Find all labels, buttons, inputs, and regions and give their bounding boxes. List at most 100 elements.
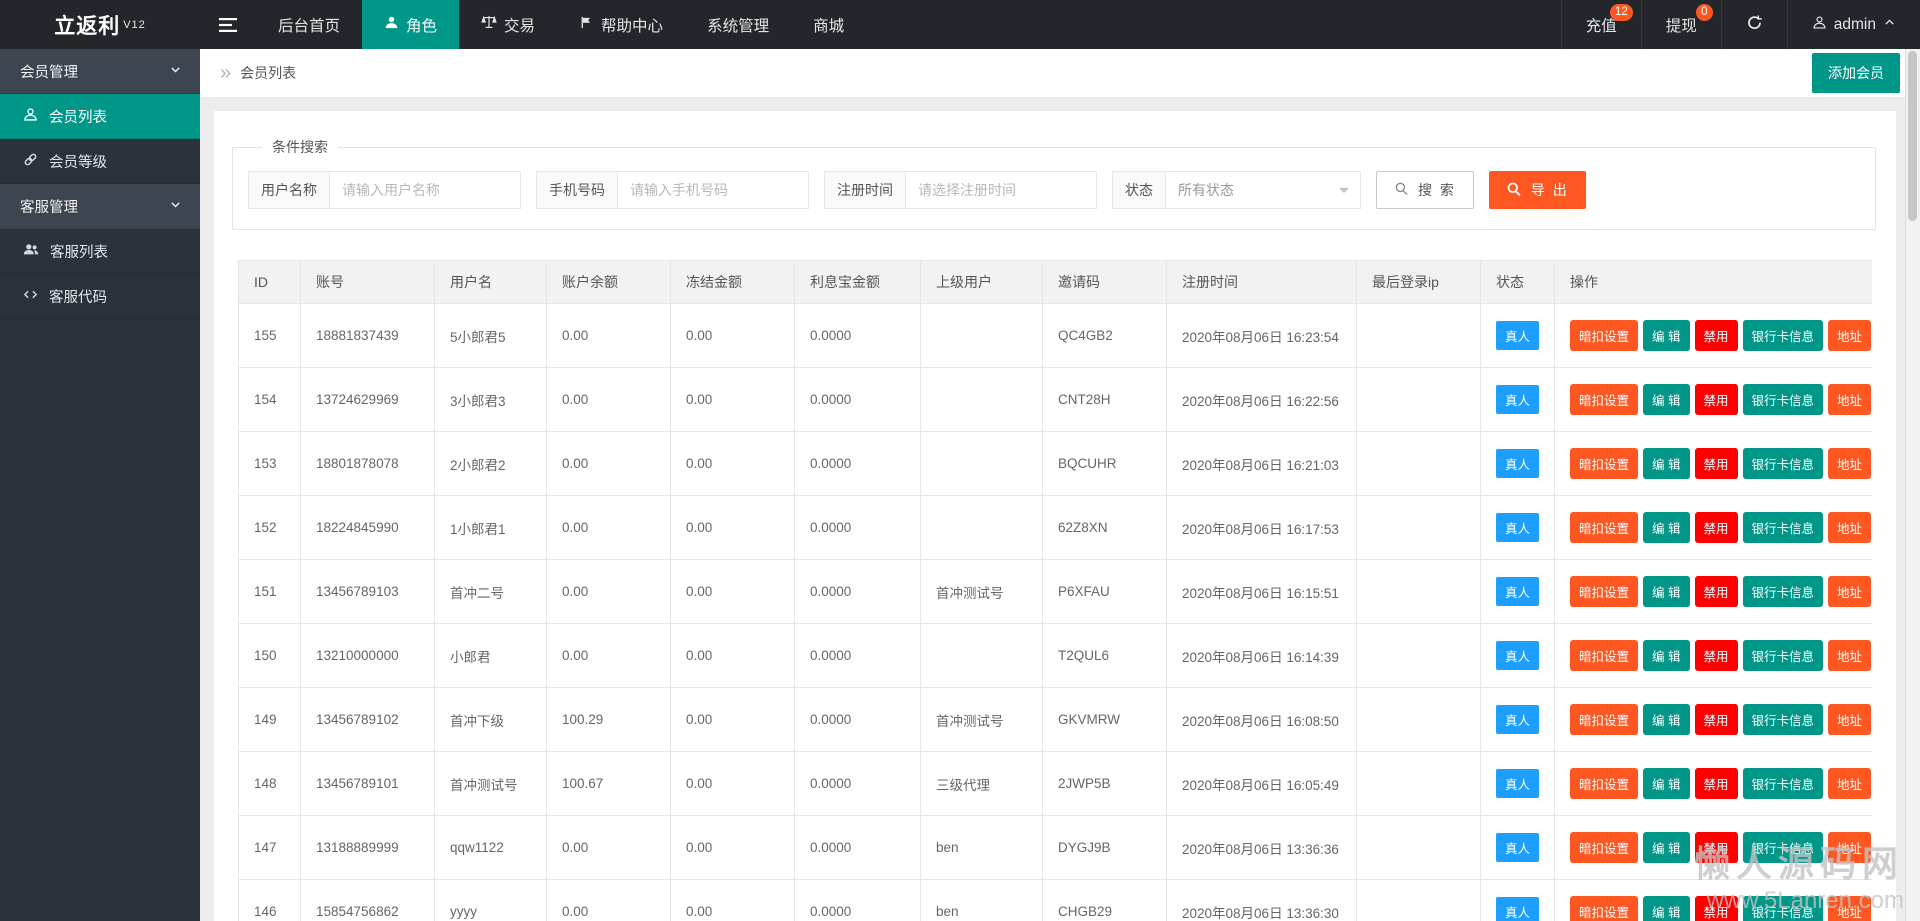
action-hidden-deduct-settings-button[interactable]: 暗扣设置 xyxy=(1570,832,1639,863)
action-disable-button[interactable]: 禁用 xyxy=(1694,768,1738,799)
nav-item-trade[interactable]: 交易 xyxy=(459,0,557,49)
status-field-group: 状态 所有状态 xyxy=(1112,171,1361,209)
action-edit-button[interactable]: 编 辑 xyxy=(1643,576,1690,607)
cell-invite-code: CNT28H xyxy=(1042,367,1167,432)
action-address-button[interactable]: 地址 xyxy=(1828,768,1872,799)
status-badge[interactable]: 真人 xyxy=(1496,385,1540,414)
withdraw-button[interactable]: 0 提现 xyxy=(1640,0,1721,49)
status-field-label: 状态 xyxy=(1112,171,1165,209)
action-hidden-deduct-settings-button[interactable]: 暗扣设置 xyxy=(1570,704,1639,735)
action-address-button[interactable]: 地址 xyxy=(1828,576,1872,607)
action-bank-card-info-button[interactable]: 银行卡信息 xyxy=(1742,576,1824,607)
action-bank-card-info-button[interactable]: 银行卡信息 xyxy=(1742,640,1824,671)
nav-item-mall[interactable]: 商城 xyxy=(791,0,866,49)
action-bank-card-info-button[interactable]: 银行卡信息 xyxy=(1742,320,1824,351)
action-address-button[interactable]: 地址 xyxy=(1828,640,1872,671)
cell-actions: 暗扣设置编 辑禁用 银行卡信息 地址 xyxy=(1554,751,1872,816)
username-input[interactable] xyxy=(329,171,521,209)
action-address-button[interactable]: 地址 xyxy=(1828,320,1872,351)
status-badge[interactable]: 真人 xyxy=(1496,897,1540,921)
action-edit-button[interactable]: 编 辑 xyxy=(1643,512,1690,543)
status-badge[interactable]: 真人 xyxy=(1496,769,1540,798)
nav-item-label: 交易 xyxy=(504,17,536,35)
action-disable-button[interactable]: 禁用 xyxy=(1694,512,1738,543)
action-disable-button[interactable]: 禁用 xyxy=(1694,320,1738,351)
action-hidden-deduct-settings-button[interactable]: 暗扣设置 xyxy=(1570,320,1639,351)
action-address-button[interactable]: 地址 xyxy=(1828,832,1872,863)
cell-balance: 0.00 xyxy=(546,815,671,880)
cell-invite-code: DYGJ9B xyxy=(1042,815,1167,880)
nav-item-help-center[interactable]: 帮助中心 xyxy=(557,0,685,49)
hamburger-menu-icon[interactable] xyxy=(200,0,256,49)
action-hidden-deduct-settings-button[interactable]: 暗扣设置 xyxy=(1570,768,1639,799)
nav-item-system[interactable]: 系统管理 xyxy=(685,0,791,49)
cell-reg-time: 2020年08月06日 16:23:54 xyxy=(1166,303,1357,368)
recharge-button[interactable]: 12 充值 xyxy=(1560,0,1641,49)
add-member-button[interactable]: 添加会员 xyxy=(1812,53,1900,93)
action-bank-card-info-button[interactable]: 银行卡信息 xyxy=(1742,896,1824,921)
action-hidden-deduct-settings-button[interactable]: 暗扣设置 xyxy=(1570,896,1639,921)
reg-time-input[interactable] xyxy=(905,171,1097,209)
action-edit-button[interactable]: 编 辑 xyxy=(1643,384,1690,415)
cell-username: yyyy xyxy=(434,879,547,921)
phone-input[interactable] xyxy=(617,171,809,209)
sidebar-item-member-list[interactable]: 会员列表 xyxy=(0,94,200,139)
export-button[interactable]: 导 出 xyxy=(1488,171,1586,209)
action-hidden-deduct-settings-button[interactable]: 暗扣设置 xyxy=(1570,640,1639,671)
action-disable-button[interactable]: 禁用 xyxy=(1694,384,1738,415)
cell-balance: 0.00 xyxy=(546,367,671,432)
cell-interest: 0.0000 xyxy=(794,559,921,624)
status-badge[interactable]: 真人 xyxy=(1496,641,1540,670)
cell-actions: 暗扣设置编 辑禁用 银行卡信息 地址 xyxy=(1554,431,1872,496)
search-button[interactable]: 搜 索 xyxy=(1376,171,1474,209)
action-hidden-deduct-settings-button[interactable]: 暗扣设置 xyxy=(1570,384,1639,415)
action-edit-button[interactable]: 编 辑 xyxy=(1643,640,1690,671)
action-edit-button[interactable]: 编 辑 xyxy=(1643,896,1690,921)
action-bank-card-info-button[interactable]: 银行卡信息 xyxy=(1742,512,1824,543)
cell-id: 150 xyxy=(238,623,301,688)
col-header-balance: 账户余额 xyxy=(546,260,671,304)
status-select[interactable]: 所有状态 xyxy=(1165,171,1361,209)
action-bank-card-info-button[interactable]: 银行卡信息 xyxy=(1742,768,1824,799)
nav-item-roles[interactable]: 角色 xyxy=(362,0,460,49)
sidebar-item-member-level[interactable]: 会员等级 xyxy=(0,139,200,184)
action-hidden-deduct-settings-button[interactable]: 暗扣设置 xyxy=(1570,576,1639,607)
action-hidden-deduct-settings-button[interactable]: 暗扣设置 xyxy=(1570,512,1639,543)
user-menu[interactable]: admin xyxy=(1786,0,1920,49)
sidebar-group-service-management[interactable]: 客服管理 xyxy=(0,184,200,229)
status-badge[interactable]: 真人 xyxy=(1496,833,1540,862)
action-edit-button[interactable]: 编 辑 xyxy=(1643,832,1690,863)
sidebar-group-member-management[interactable]: 会员管理 xyxy=(0,49,200,94)
action-disable-button[interactable]: 禁用 xyxy=(1694,576,1738,607)
action-disable-button[interactable]: 禁用 xyxy=(1694,704,1738,735)
action-bank-card-info-button[interactable]: 银行卡信息 xyxy=(1742,384,1824,415)
action-bank-card-info-button[interactable]: 银行卡信息 xyxy=(1742,448,1824,479)
scales-icon xyxy=(481,14,497,35)
action-address-button[interactable]: 地址 xyxy=(1828,448,1872,479)
sidebar-item-service-list[interactable]: 客服列表 xyxy=(0,229,200,274)
nav-item-home[interactable]: 后台首页 xyxy=(256,0,362,49)
refresh-button[interactable] xyxy=(1720,0,1787,49)
action-edit-button[interactable]: 编 辑 xyxy=(1643,704,1690,735)
sidebar-item-service-code[interactable]: 客服代码 xyxy=(0,274,200,319)
action-address-button[interactable]: 地址 xyxy=(1828,896,1872,921)
action-disable-button[interactable]: 禁用 xyxy=(1694,448,1738,479)
action-disable-button[interactable]: 禁用 xyxy=(1694,832,1738,863)
action-bank-card-info-button[interactable]: 银行卡信息 xyxy=(1742,832,1824,863)
action-hidden-deduct-settings-button[interactable]: 暗扣设置 xyxy=(1570,448,1639,479)
action-address-button[interactable]: 地址 xyxy=(1828,384,1872,415)
status-badge[interactable]: 真人 xyxy=(1496,705,1540,734)
action-disable-button[interactable]: 禁用 xyxy=(1694,640,1738,671)
scrollbar-thumb[interactable] xyxy=(1908,51,1917,221)
status-badge[interactable]: 真人 xyxy=(1496,513,1540,542)
action-edit-button[interactable]: 编 辑 xyxy=(1643,320,1690,351)
action-disable-button[interactable]: 禁用 xyxy=(1694,896,1738,921)
action-edit-button[interactable]: 编 辑 xyxy=(1643,768,1690,799)
status-badge[interactable]: 真人 xyxy=(1496,449,1540,478)
status-badge[interactable]: 真人 xyxy=(1496,577,1540,606)
action-address-button[interactable]: 地址 xyxy=(1828,512,1872,543)
action-bank-card-info-button[interactable]: 银行卡信息 xyxy=(1742,704,1824,735)
action-edit-button[interactable]: 编 辑 xyxy=(1643,448,1690,479)
status-badge[interactable]: 真人 xyxy=(1496,321,1540,350)
action-address-button[interactable]: 地址 xyxy=(1828,704,1872,735)
